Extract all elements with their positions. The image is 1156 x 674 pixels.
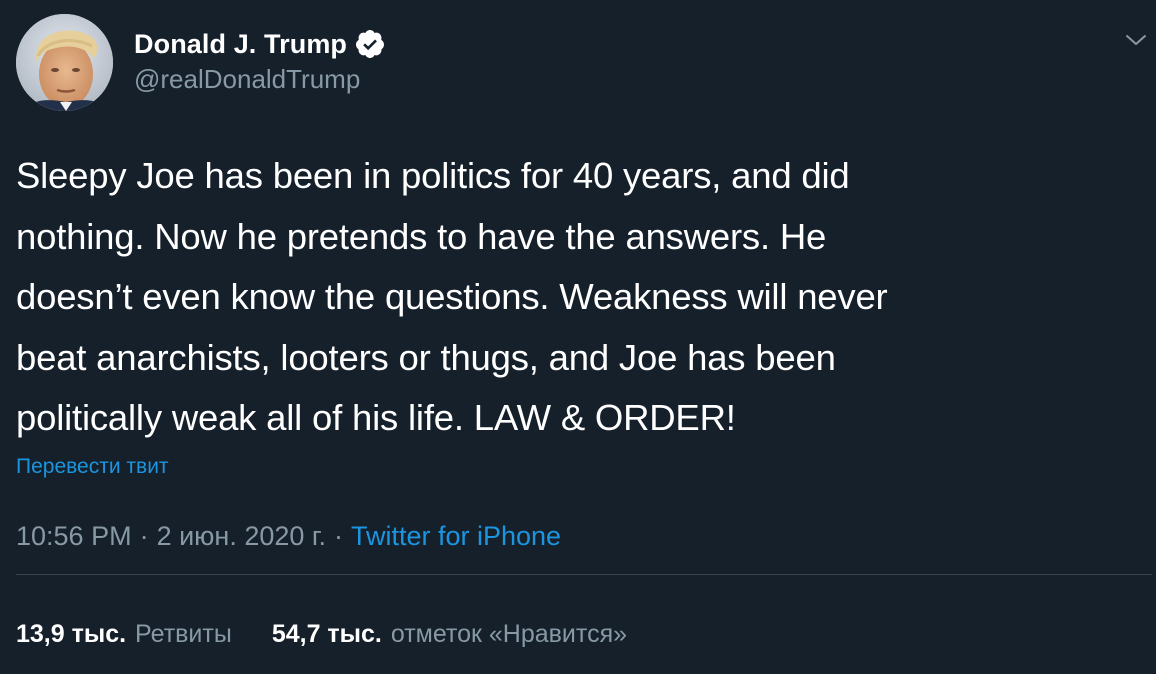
display-name[interactable]: Donald J. Trump (134, 29, 347, 60)
divider (16, 574, 1152, 575)
retweets-stat[interactable]: 13,9 тыс. Ретвиты (16, 620, 232, 649)
likes-count: 54,7 тыс. (271, 619, 382, 648)
author-handle[interactable]: @realDonaldTrump (134, 64, 360, 95)
translate-tweet-link[interactable]: Перевести твит (16, 455, 169, 479)
retweets-count: 13,9 тыс. (16, 619, 127, 648)
verified-badge-icon (354, 28, 386, 60)
tweet-card: Donald J. Trump @realDonaldTrump Sleepy … (0, 0, 1156, 674)
meta-separator: · (333, 520, 343, 551)
tweet-stats: 13,9 тыс. Ретвиты 54,7 тыс. отметок «Нра… (16, 614, 627, 654)
author-name-row[interactable]: Donald J. Trump (134, 26, 386, 62)
meta-separator: · (139, 520, 149, 551)
tweet-text: Sleepy Joe has been in politics for 40 y… (16, 155, 888, 438)
chevron-down-icon[interactable] (1122, 26, 1150, 54)
avatar-image (16, 14, 113, 111)
tweet-source-link[interactable]: Twitter for iPhone (351, 521, 561, 552)
retweets-label: Ретвиты (135, 619, 232, 648)
tweet-meta: 10:56 PM · 2 июн. 2020 г. · Twitter for … (16, 516, 561, 556)
likes-label: отметок «Нравится» (390, 619, 628, 648)
tweet-time[interactable]: 10:56 PM (16, 521, 132, 552)
likes-stat[interactable]: 54,7 тыс. отметок «Нравится» (272, 620, 627, 649)
tweet-date[interactable]: 2 июн. 2020 г. (157, 521, 326, 552)
avatar[interactable] (16, 14, 113, 111)
